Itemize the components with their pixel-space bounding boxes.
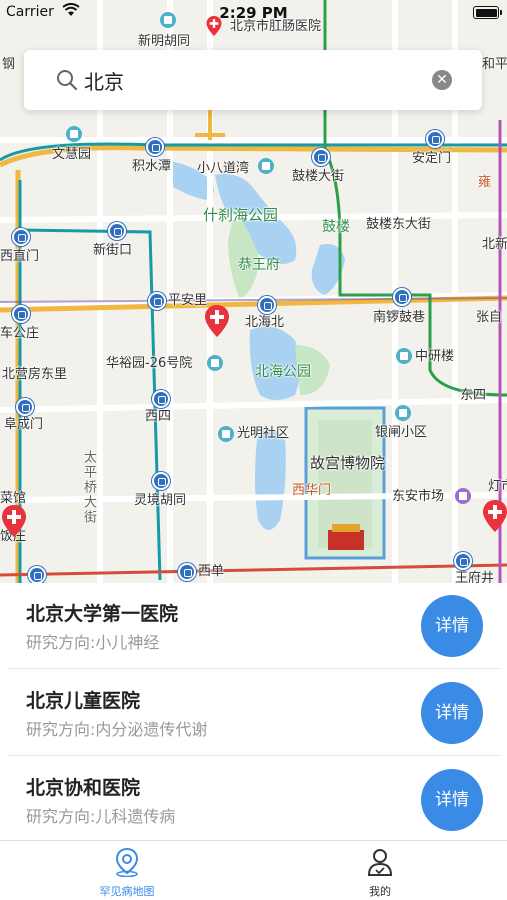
battery-icon xyxy=(473,6,502,19)
detail-button[interactable]: 详情 xyxy=(421,595,483,657)
hospital-list: 北京大学第一医院 研究方向:小儿神经 详情 北京儿童医院 研究方向:内分泌遗传代… xyxy=(0,583,507,840)
search-input[interactable] xyxy=(84,62,434,98)
hospital-name: 北京儿童医院 xyxy=(26,690,141,712)
map-label: 和平 xyxy=(482,57,507,72)
list-item[interactable]: 北京协和医院 研究方向:儿科遗传病 详情 xyxy=(8,757,501,843)
map-label: 北海北 xyxy=(245,315,285,330)
map-label: 积水潭 xyxy=(132,159,172,174)
map-label: 菜馆 xyxy=(0,491,27,506)
poi-icon[interactable] xyxy=(66,126,82,142)
list-item[interactable]: 北京大学第一医院 研究方向:小儿神经 详情 xyxy=(8,583,501,669)
hospital-pin-icon[interactable] xyxy=(483,500,507,532)
map-label: 新明胡同 xyxy=(138,34,191,49)
metro-station-icon[interactable] xyxy=(108,222,126,240)
map-label: 华裕园-26号院 xyxy=(106,356,193,371)
map-pin-icon xyxy=(115,847,139,878)
map-label: 什刹海公园 xyxy=(203,206,279,224)
map-label: 北海公园 xyxy=(255,364,311,380)
metro-station-icon[interactable] xyxy=(12,305,30,323)
poi-icon[interactable] xyxy=(455,488,471,504)
map-label: 张自 xyxy=(476,310,503,325)
metro-station-icon[interactable] xyxy=(148,292,166,310)
poi-icon[interactable] xyxy=(218,426,234,442)
metro-station-icon[interactable] xyxy=(16,398,34,416)
map-label: 灵境胡同 xyxy=(134,493,187,508)
tab-me[interactable]: 我的 xyxy=(320,847,440,899)
research-direction: 研究方向:内分泌遗传代谢 xyxy=(26,720,208,739)
map-label: 平安里 xyxy=(168,293,208,308)
metro-station-icon[interactable] xyxy=(152,390,170,408)
map-label: 西华门 xyxy=(292,483,332,498)
user-icon xyxy=(367,849,393,876)
research-direction: 研究方向:儿科遗传病 xyxy=(26,807,176,826)
hospital-name: 北京协和医院 xyxy=(26,777,141,799)
poi-icon[interactable] xyxy=(396,348,412,364)
map-label: 银闸小区 xyxy=(375,425,428,440)
status-time: 2:29 PM xyxy=(219,4,288,22)
metro-station-icon[interactable] xyxy=(146,138,164,156)
map-label: 车公庄 xyxy=(0,326,40,341)
list-item[interactable]: 北京儿童医院 研究方向:内分泌遗传代谢 详情 xyxy=(8,670,501,756)
metro-station-icon[interactable] xyxy=(393,288,411,306)
hospital-name: 北京大学第一医院 xyxy=(26,603,179,625)
map-label: 鼓楼大街 xyxy=(292,169,345,184)
map-label: 鼓楼东大街 xyxy=(366,217,432,232)
map-label: 雍 xyxy=(478,175,492,190)
detail-button[interactable]: 详情 xyxy=(421,769,483,831)
map-label: 太平桥大街 xyxy=(81,450,96,525)
map-label: 安定门 xyxy=(412,151,452,166)
hospital-pin-icon[interactable] xyxy=(205,305,229,337)
app-root: 新明胡同 北京市肛肠医院 文慧园 积水潭 小八道湾 鼓楼大街 安定门 什刹海公园… xyxy=(0,0,507,900)
map-label: 阜成门 xyxy=(4,417,44,432)
map-label: 王府井 xyxy=(455,571,495,583)
map-label: 鼓楼 xyxy=(322,219,350,235)
map-label: 恭王府 xyxy=(238,257,280,273)
map-label: 中研楼 xyxy=(415,349,455,364)
map-label: 光明社区 xyxy=(237,426,290,441)
map-label: 北新 xyxy=(482,237,507,252)
search-icon xyxy=(57,70,78,91)
poi-icon[interactable] xyxy=(395,405,411,421)
map-label: 东四 xyxy=(460,388,487,403)
metro-station-icon[interactable] xyxy=(28,566,46,583)
metro-station-icon[interactable] xyxy=(258,296,276,314)
search-bar: ✕ xyxy=(24,50,482,110)
map-label: 灯市 xyxy=(488,479,507,494)
metro-station-icon[interactable] xyxy=(426,130,444,148)
metro-station-icon[interactable] xyxy=(454,552,472,570)
poi-icon[interactable] xyxy=(207,355,223,371)
map-label: 小八道湾 xyxy=(197,161,250,176)
tab-label: 我的 xyxy=(369,885,391,898)
map-label: 文慧园 xyxy=(52,147,92,162)
status-bar: Carrier 2:29 PM xyxy=(0,0,507,24)
hospital-pin-icon[interactable] xyxy=(2,505,26,537)
map-label: 南锣鼓巷 xyxy=(373,310,426,325)
poi-icon[interactable] xyxy=(258,158,274,174)
clear-search-button[interactable]: ✕ xyxy=(432,70,452,90)
metro-station-icon[interactable] xyxy=(152,472,170,490)
metro-station-icon[interactable] xyxy=(178,563,196,581)
map-label: 新街口 xyxy=(93,243,133,258)
detail-button[interactable]: 详情 xyxy=(421,682,483,744)
research-direction: 研究方向:小儿神经 xyxy=(26,633,160,652)
map-label: 西四 xyxy=(145,409,172,424)
metro-station-icon[interactable] xyxy=(12,228,30,246)
map-label: 故宫博物院 xyxy=(310,454,386,472)
tab-bar: 罕见病地图 我的 xyxy=(0,840,507,900)
tab-rare-disease-map[interactable]: 罕见病地图 xyxy=(67,847,187,899)
metro-station-icon[interactable] xyxy=(312,148,330,166)
map-label: 西单 xyxy=(198,564,225,579)
map-label: 西直门 xyxy=(0,249,40,264)
map-label: 东安市场 xyxy=(392,489,445,504)
map-label: 北营房东里 xyxy=(2,367,68,382)
map-label: 钢 xyxy=(2,57,16,72)
tab-label: 罕见病地图 xyxy=(99,885,155,898)
